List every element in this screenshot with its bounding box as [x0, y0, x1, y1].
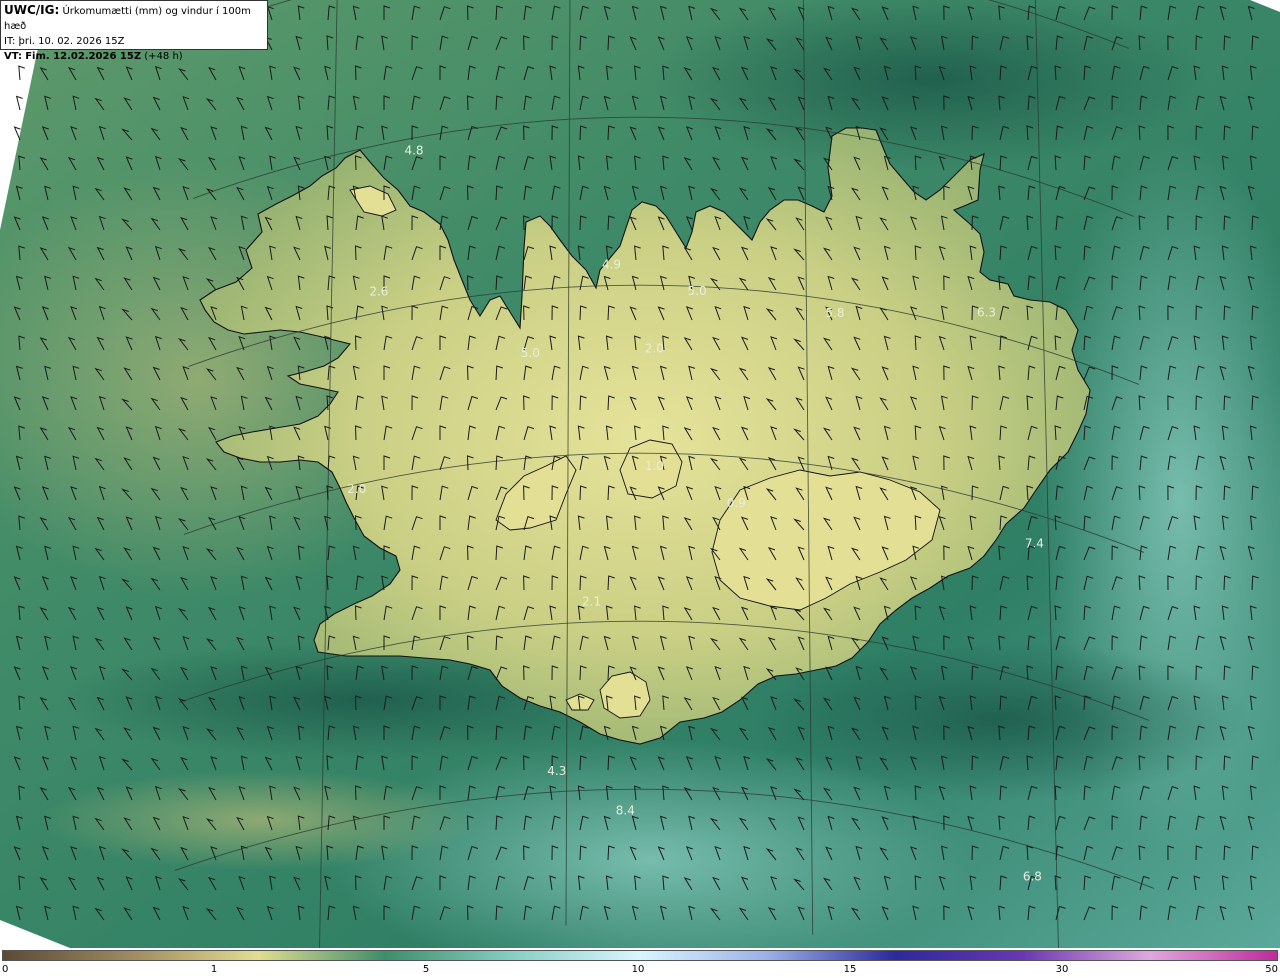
color-scale: 0 1 5 10 15 30 50: [0, 948, 1280, 978]
valid-time-line: VT: Fim. 12.02.2026 15Z (+48 h): [4, 49, 264, 64]
precip-value-label: 2.6: [369, 285, 388, 299]
lead-time: (+48 h): [144, 51, 183, 62]
scale-tick-label: 5: [422, 964, 430, 975]
precip-value-label: 0.9: [727, 496, 746, 510]
it-value: þri. 10. 02. 2026 15Z: [18, 36, 125, 47]
precip-value-label: 5.0: [521, 346, 540, 360]
scale-tick-label: 1: [210, 964, 218, 975]
wind-barb: [18, 65, 25, 81]
precip-value-label: 4.9: [602, 258, 621, 272]
precip-value-label: 7.4: [1025, 536, 1044, 550]
scale-tick-label: 15: [843, 964, 857, 975]
vt-value: Fim. 12.02.2026 15Z: [25, 51, 142, 62]
precip-value-label: 5.8: [825, 306, 844, 320]
header-title-line: UWC/IG: Úrkomumætti (mm) og vindur í 100…: [4, 3, 264, 34]
scale-tick-label: 10: [631, 964, 645, 975]
precip-value-label: 2.0: [645, 342, 664, 356]
wind-barb: [13, 126, 21, 141]
precip-value-label: 4.8: [404, 144, 423, 158]
precip-value-label: 4.3: [547, 764, 566, 778]
precip-value-label: 5.0: [688, 284, 707, 298]
precip-value-label: 6.8: [1023, 869, 1042, 883]
color-scale-gradient: [2, 950, 1278, 961]
init-time-line: IT: þri. 10. 02. 2026 15Z: [4, 34, 264, 49]
vt-label: VT:: [4, 51, 23, 62]
scale-tick-label: 50: [1265, 964, 1278, 975]
map-header: UWC/IG: Úrkomumætti (mm) og vindur í 100…: [0, 0, 268, 62]
it-label: IT:: [4, 36, 16, 47]
precip-value-label: 2.0: [347, 482, 366, 496]
precip-value-label: 8.4: [616, 804, 635, 818]
model-name: UWC/IG:: [4, 3, 60, 17]
scale-tick-label: 0: [2, 964, 9, 975]
precip-value-label: 6.3: [977, 305, 996, 319]
wind-barb: [15, 95, 23, 111]
precip-value-label: 1.0: [645, 459, 664, 473]
map-canvas[interactable]: 5.34.82.64.95.05.86.35.02.02.01.00.97.42…: [0, 0, 1280, 948]
scale-tick-label: 30: [1055, 964, 1069, 975]
precip-value-label: 2.1: [582, 594, 601, 608]
